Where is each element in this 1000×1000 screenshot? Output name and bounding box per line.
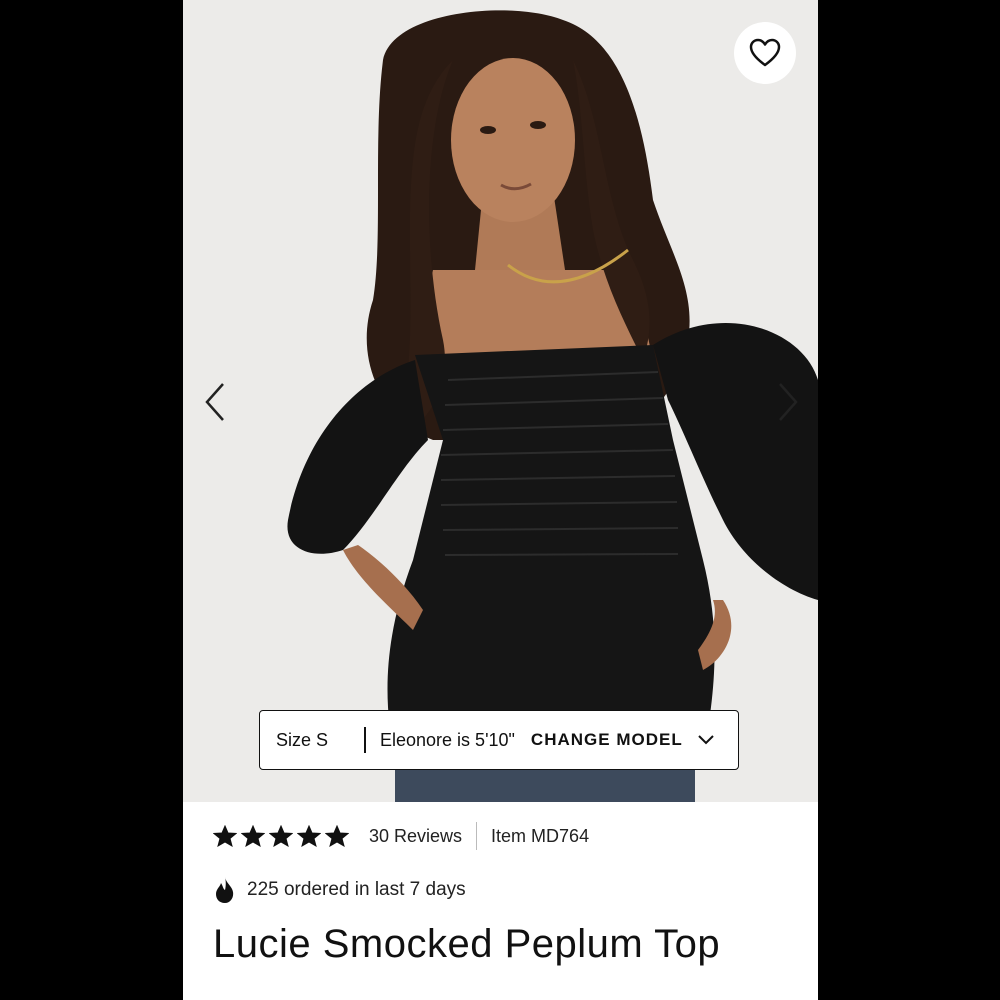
star-icon [325,825,349,847]
heart-icon [749,38,781,67]
orders-info: 225 ordered in last 7 days [213,876,466,904]
chevron-down-icon [697,735,714,745]
chevron-right-icon [779,383,798,421]
model-size-label: Size S [276,729,329,750]
star-icon [297,825,321,847]
product-page: Size S Eleonore is 5'10" CHANGE MODEL 30… [183,0,818,1000]
divider [364,727,366,753]
change-model-button[interactable]: CHANGE MODEL [531,730,715,750]
chevron-left-icon [205,383,224,421]
star-icon [241,825,265,847]
product-title: Lucie Smocked Peplum Top [213,922,721,966]
item-number: Item MD764 [491,825,590,846]
favorite-button[interactable] [734,22,796,84]
model-info-bar: Size S Eleonore is 5'10" CHANGE MODEL [259,710,739,770]
reviews-link[interactable]: 30 Reviews [369,826,462,847]
orders-count-label: 225 ordered in last 7 days [247,879,466,900]
previous-image-button[interactable] [193,378,237,426]
change-model-label: CHANGE MODEL [530,730,683,749]
rating-stars[interactable] [213,825,349,847]
divider [476,822,478,850]
next-image-button[interactable] [766,378,810,426]
star-icon [213,825,237,847]
model-height-label: Eleonore is 5'10" [380,729,515,750]
product-image-carousel[interactable]: Size S Eleonore is 5'10" CHANGE MODEL [183,0,818,802]
product-photo [183,0,818,802]
star-icon [269,825,293,847]
flame-icon [216,877,234,903]
product-meta: 30 Reviews Item MD764 [213,820,589,852]
